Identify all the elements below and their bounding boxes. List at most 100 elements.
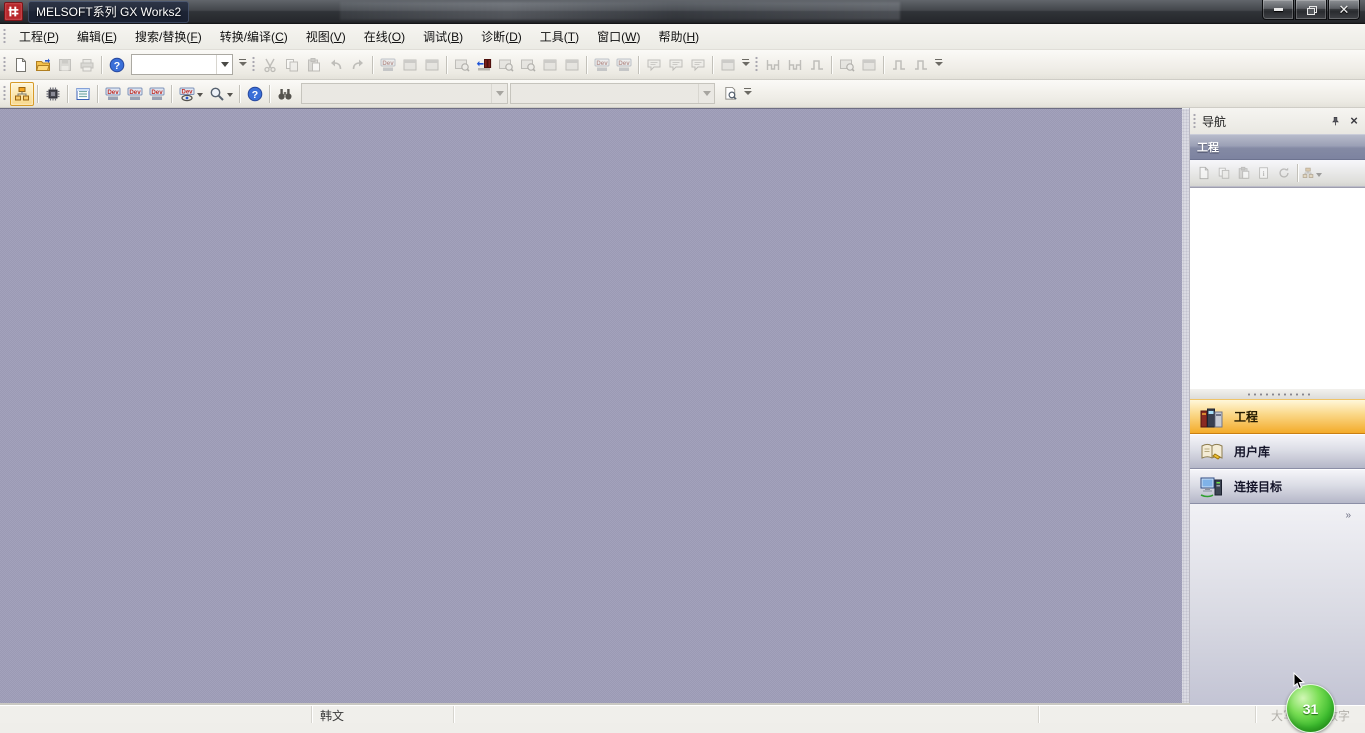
watch-start-button[interactable]: [836, 54, 858, 76]
toolbar1b-options-chevron[interactable]: [740, 55, 751, 75]
nav-button-user-library[interactable]: 用户库: [1190, 434, 1365, 469]
window-display-button[interactable]: [717, 54, 739, 76]
menu-project[interactable]: 工程(P): [10, 25, 68, 49]
monitor-zoom2-button[interactable]: [517, 54, 539, 76]
nav-refresh-button[interactable]: [1274, 163, 1294, 183]
nav-button-connection-destination[interactable]: 连接目标: [1190, 469, 1365, 504]
print-button[interactable]: [76, 54, 98, 76]
menubar-grip[interactable]: [3, 28, 6, 45]
navigation-window-toggle[interactable]: [10, 82, 34, 106]
watch-stop-button[interactable]: [858, 54, 880, 76]
toolbar1c-grip[interactable]: [755, 56, 758, 73]
help-button[interactable]: [106, 54, 128, 76]
find-target-combo[interactable]: [301, 83, 508, 104]
nav-more-mark[interactable]: »: [1345, 510, 1351, 521]
menu-debug[interactable]: 调试(B): [414, 25, 472, 49]
device-blocks-button[interactable]: [146, 83, 168, 105]
toolbar2-options-chevron[interactable]: [742, 84, 753, 104]
nav-button-project[interactable]: 工程: [1190, 399, 1365, 434]
menu-edit[interactable]: 编辑(E): [68, 25, 126, 49]
pin-panel-button[interactable]: [1327, 113, 1343, 129]
nav-new-data-button[interactable]: [1194, 163, 1214, 183]
copy-button[interactable]: [281, 54, 303, 76]
device-monitor-button[interactable]: [591, 54, 613, 76]
menu-compile[interactable]: 转换/编译(C): [211, 25, 297, 49]
overlay-speed-ball-badge[interactable]: 31: [1286, 684, 1335, 733]
program-window-button[interactable]: [399, 54, 421, 76]
menu-online[interactable]: 在线(O): [355, 25, 414, 49]
combo-dropdown-arrow-icon[interactable]: [216, 55, 232, 74]
transfer-setup-button[interactable]: [473, 54, 495, 76]
statement-button[interactable]: [643, 54, 665, 76]
watch-window-menu-button[interactable]: [176, 83, 206, 105]
toolbar-separator: [638, 56, 640, 74]
nav-property-button[interactable]: [1254, 163, 1274, 183]
find-menu-button[interactable]: [206, 83, 236, 105]
menu-window[interactable]: 窗口(W): [588, 25, 649, 49]
book-icon: [1199, 440, 1225, 464]
toolbar1-grip[interactable]: [3, 56, 6, 73]
panel-splitter[interactable]: [1182, 108, 1189, 705]
note-button[interactable]: [665, 54, 687, 76]
toolbar1-options-chevron[interactable]: [237, 55, 248, 75]
pin-icon: [1330, 116, 1341, 127]
plc-stack-icon: [1199, 405, 1225, 429]
restore-button[interactable]: [1295, 0, 1327, 20]
new-project-button[interactable]: [10, 54, 32, 76]
save-project-button[interactable]: [54, 54, 76, 76]
minimize-button[interactable]: [1262, 0, 1294, 20]
find-button[interactable]: [274, 83, 296, 105]
line-statement-button[interactable]: [687, 54, 709, 76]
project-tree-area[interactable]: [1190, 187, 1365, 389]
menu-tools[interactable]: 工具(T): [531, 25, 588, 49]
toolbar-separator: [171, 85, 173, 103]
menu-find-replace[interactable]: 搜索/替换(F): [126, 25, 211, 49]
parameter-button[interactable]: [42, 83, 64, 105]
window-select-combo[interactable]: [131, 54, 233, 75]
window-title: MELSOFT系列 GX Works2: [28, 1, 189, 23]
scaling2-button[interactable]: [910, 54, 932, 76]
app-icon[interactable]: [4, 2, 23, 21]
close-panel-button[interactable]: ×: [1346, 113, 1362, 129]
navigation-grip[interactable]: [1193, 113, 1196, 130]
device-monitor2-button[interactable]: [613, 54, 635, 76]
undo-button[interactable]: [325, 54, 347, 76]
toolbar-separator: [37, 85, 39, 103]
menu-help[interactable]: 帮助(H): [649, 25, 708, 49]
close-button[interactable]: ✕: [1328, 0, 1360, 20]
monitor-mode2-button[interactable]: [561, 54, 583, 76]
combo-dropdown-arrow-icon[interactable]: [491, 84, 507, 103]
device-memory-button[interactable]: [124, 83, 146, 105]
io-window-button[interactable]: [421, 54, 443, 76]
find-in-page-button[interactable]: [719, 83, 741, 105]
redo-button[interactable]: [347, 54, 369, 76]
plc-connect-button[interactable]: [451, 54, 473, 76]
device-find-button[interactable]: [377, 54, 399, 76]
menu-view[interactable]: 视图(V): [297, 25, 355, 49]
ladder-monitor-button[interactable]: [762, 54, 784, 76]
toolbar1b-grip[interactable]: [252, 56, 255, 73]
program-list-button[interactable]: [72, 83, 94, 105]
toolbar2-grip[interactable]: [3, 85, 6, 102]
help2-button[interactable]: [244, 83, 266, 105]
paste-button[interactable]: [303, 54, 325, 76]
nav-sort-menu-button[interactable]: [1302, 163, 1322, 183]
device-comment-button[interactable]: [102, 83, 124, 105]
combo-dropdown-arrow-icon[interactable]: [698, 84, 714, 103]
nav-paste-button[interactable]: [1234, 163, 1254, 183]
nav-copy-button[interactable]: [1214, 163, 1234, 183]
status-message-cell: [0, 706, 312, 723]
main-area: 导航 × 工程 工程: [0, 108, 1365, 705]
ladder-monitor2-button[interactable]: [784, 54, 806, 76]
find-keyword-combo[interactable]: [510, 83, 715, 104]
monitor-zoom-button[interactable]: [495, 54, 517, 76]
scaling-button[interactable]: [888, 54, 910, 76]
cut-button[interactable]: [259, 54, 281, 76]
close-icon: ✕: [1339, 5, 1350, 15]
monitor-mode-button[interactable]: [539, 54, 561, 76]
menu-diagnostics[interactable]: 诊断(D): [472, 25, 531, 49]
toolbar1c-options-chevron[interactable]: [933, 55, 944, 75]
nav-buttons-resize-handle[interactable]: [1190, 389, 1365, 399]
pulse-monitor-button[interactable]: [806, 54, 828, 76]
open-project-button[interactable]: [32, 54, 54, 76]
